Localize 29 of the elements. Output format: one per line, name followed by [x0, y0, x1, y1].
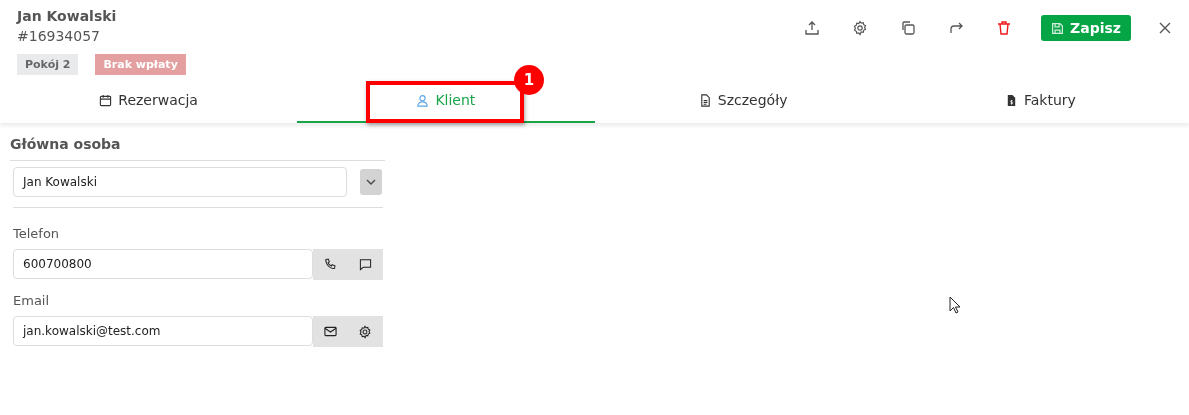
forward-icon[interactable] — [948, 20, 965, 36]
input-field[interactable]: 600700800 — [13, 249, 313, 279]
delete-icon[interactable] — [996, 20, 1013, 36]
mail-icon[interactable] — [323, 325, 337, 338]
section-heading: Główna osoba — [10, 135, 122, 154]
message-icon[interactable] — [359, 258, 372, 271]
field-label: Telefon — [13, 226, 61, 241]
settings-icon[interactable] — [358, 324, 373, 339]
close-icon[interactable] — [1159, 22, 1171, 34]
copy-icon[interactable] — [900, 20, 917, 36]
upload-icon[interactable] — [804, 20, 821, 36]
status-tag: Brak wpłaty — [95, 54, 186, 75]
cursor-icon — [949, 296, 961, 314]
tab[interactable]: Faktury — [891, 79, 1189, 123]
phone-icon[interactable] — [324, 258, 337, 271]
status-tag: Pokój 2 — [17, 54, 79, 75]
input-field[interactable]: jan.kowalski@test.com — [13, 316, 313, 346]
save-icon — [1051, 21, 1065, 35]
settings-icon[interactable] — [852, 20, 869, 36]
person-select[interactable]: Jan Kowalski — [13, 167, 347, 197]
calendar-icon — [99, 93, 113, 107]
client-name: Jan Kowalski — [17, 7, 118, 26]
field-label: Email — [13, 293, 51, 308]
person-icon — [416, 93, 430, 107]
document-icon — [698, 93, 712, 107]
reservation-number: #16934057 — [17, 27, 101, 46]
step-number: 1 — [514, 65, 544, 95]
tab[interactable]: Rezerwacja — [0, 79, 298, 123]
tab[interactable]: Szczegóły — [594, 79, 892, 123]
